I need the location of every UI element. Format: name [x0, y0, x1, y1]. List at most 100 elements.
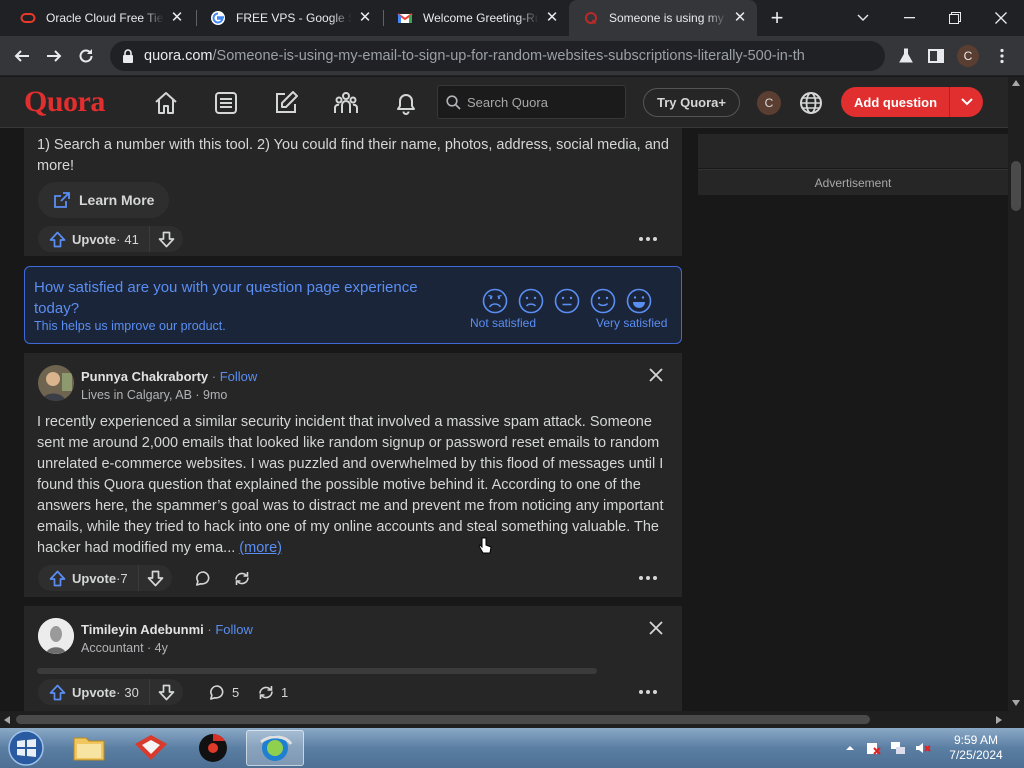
close-window-button[interactable] — [978, 0, 1024, 36]
home-nav[interactable] — [150, 87, 182, 119]
survey-subtitle: This helps us improve our product. — [34, 319, 226, 333]
more-options-button[interactable] — [634, 226, 662, 252]
neutral-face-icon[interactable] — [554, 288, 580, 314]
tray-expand-icon[interactable] — [842, 740, 858, 756]
add-question-dropdown[interactable] — [950, 98, 983, 106]
windows-start-icon[interactable] — [6, 729, 46, 767]
very-unhappy-face-icon[interactable] — [482, 288, 508, 314]
user-avatar[interactable]: C — [757, 91, 781, 115]
add-question-button[interactable]: Add question — [841, 87, 983, 117]
upvote-button[interactable]: Upvote · 30 — [38, 679, 149, 705]
browser-tab-strip: Oracle Cloud Free Tier ✕ FREE VPS - Goog… — [0, 0, 1024, 36]
upvote-button[interactable]: Upvote · 41 — [38, 226, 149, 252]
very-happy-face-icon[interactable] — [626, 288, 652, 314]
taskbar-chrome[interactable] — [184, 730, 242, 766]
horizontal-scrollbar[interactable] — [0, 711, 1008, 728]
taskbar-explorer[interactable] — [60, 730, 118, 766]
tab-oracle[interactable]: Oracle Cloud Free Tier ✕ — [6, 0, 194, 36]
horizontal-scroll-thumb[interactable] — [16, 715, 870, 724]
more-options-button[interactable] — [634, 565, 662, 591]
follow-button[interactable]: Follow — [220, 369, 258, 384]
answer-nav[interactable] — [270, 87, 302, 119]
arrow-up-icon — [49, 231, 66, 247]
try-quora-plus-button[interactable]: Try Quora+ — [643, 88, 740, 117]
author-avatar[interactable] — [38, 365, 74, 401]
reload-button[interactable] — [72, 42, 100, 70]
close-tab-icon[interactable]: ✕ — [358, 10, 372, 25]
side-panel-icon — [928, 49, 944, 63]
address-bar[interactable]: quora.com/Someone-is-using-my-email-to-s… — [110, 41, 885, 71]
clipped-answer-text — [37, 668, 597, 674]
ellipsis-icon — [639, 237, 657, 241]
follow-button[interactable]: Follow — [215, 622, 253, 637]
add-question-label: Add question — [854, 94, 938, 110]
menu-button[interactable] — [988, 42, 1016, 70]
tab-search-button[interactable] — [840, 0, 886, 36]
answer-text: I recently experienced a similar securit… — [37, 414, 664, 556]
restore-button[interactable] — [932, 0, 978, 36]
comment-button[interactable] — [195, 565, 212, 591]
spaces-nav[interactable] — [330, 87, 362, 119]
taskbar-ie[interactable] — [246, 730, 304, 766]
windows-taskbar: 9:59 AM 7/25/2024 — [0, 728, 1024, 768]
action-center-icon[interactable] — [865, 740, 881, 756]
tab-google[interactable]: FREE VPS - Google Search ✕ — [196, 0, 382, 36]
dismiss-answer-icon[interactable] — [648, 620, 664, 636]
downvote-button[interactable] — [148, 679, 183, 705]
vertical-scrollbar[interactable] — [1008, 77, 1024, 711]
profile-button[interactable]: C — [954, 42, 982, 70]
bell-icon — [397, 94, 415, 115]
close-tab-icon[interactable]: ✕ — [733, 10, 747, 25]
arrow-down-icon — [147, 570, 163, 586]
search-input[interactable] — [467, 94, 617, 110]
network-icon[interactable] — [890, 740, 906, 756]
system-clock[interactable]: 9:59 AM 7/25/2024 — [940, 733, 1012, 763]
tab-quora[interactable]: Someone is using my ✕ — [569, 0, 757, 36]
unhappy-face-icon[interactable] — [518, 288, 544, 314]
quora-logo[interactable]: Quora — [24, 85, 105, 119]
happy-face-icon[interactable] — [590, 288, 616, 314]
side-panel-button[interactable] — [922, 42, 950, 70]
downvote-button[interactable] — [148, 226, 183, 252]
upvote-count: 7 — [120, 570, 128, 586]
following-nav[interactable] — [210, 87, 242, 119]
dismiss-answer-icon[interactable] — [648, 367, 664, 383]
author-avatar[interactable] — [38, 618, 74, 654]
extensions-button[interactable] — [892, 42, 920, 70]
lock-icon — [123, 49, 133, 63]
scroll-left-arrow-icon[interactable] — [4, 716, 10, 724]
comment-button[interactable]: 5 — [209, 679, 239, 705]
app-red-icon — [135, 735, 167, 760]
share-button[interactable] — [233, 565, 251, 591]
close-tab-icon[interactable]: ✕ — [170, 10, 184, 25]
read-more-link[interactable]: (more) — [239, 540, 282, 556]
vertical-scroll-thumb[interactable] — [1011, 161, 1021, 211]
author-name[interactable]: Punnya Chakraborty — [81, 369, 208, 384]
more-options-button[interactable] — [634, 679, 662, 705]
new-tab-button[interactable]: + — [762, 0, 792, 36]
separator: · — [116, 231, 121, 247]
author-name[interactable]: Timileyin Adebunmi — [81, 622, 204, 637]
language-nav[interactable] — [795, 87, 827, 119]
scroll-up-arrow-icon[interactable] — [1012, 80, 1020, 86]
downvote-button[interactable] — [137, 565, 172, 591]
author-photo — [38, 618, 74, 654]
learn-more-button[interactable]: Learn More — [38, 182, 169, 218]
search-box[interactable] — [437, 85, 626, 119]
scroll-right-arrow-icon[interactable] — [996, 716, 1002, 724]
plus-icon: + — [770, 5, 784, 30]
upvote-button[interactable]: Upvote · 7 — [38, 565, 138, 591]
forward-button[interactable] — [40, 42, 68, 70]
volume-muted-icon[interactable] — [915, 740, 931, 756]
back-button[interactable] — [8, 42, 36, 70]
tab-title: Welcome Greeting-Ru — [423, 11, 539, 25]
minimize-button[interactable] — [886, 0, 932, 36]
close-tab-icon[interactable]: ✕ — [545, 10, 559, 25]
author-credential: Lives in Calgary, AB · 9mo — [81, 388, 228, 402]
taskbar-app-red[interactable] — [122, 730, 180, 766]
profile-avatar: C — [957, 45, 979, 67]
tab-gmail[interactable]: Welcome Greeting-Ru ✕ — [383, 0, 569, 36]
scroll-down-arrow-icon[interactable] — [1012, 700, 1020, 706]
notifications-nav[interactable] — [390, 87, 422, 119]
share-button[interactable]: 1 — [257, 679, 288, 705]
